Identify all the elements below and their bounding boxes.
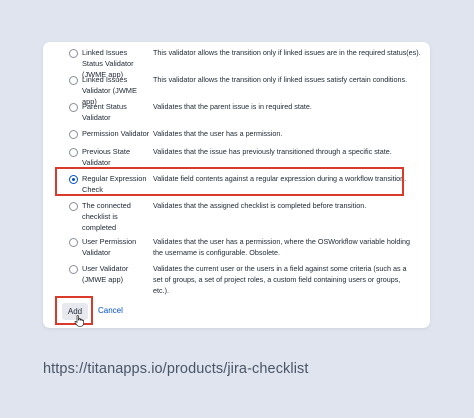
- validator-description: Validates that the user has a permission…: [153, 237, 411, 257]
- validator-radio[interactable]: [69, 148, 78, 157]
- validator-description: Validates that the assigned checklist is…: [153, 201, 367, 210]
- validator-name: Parent Status Validator: [82, 102, 127, 122]
- hand-cursor-icon: [74, 315, 84, 327]
- validator-name: The connected checklist is completed: [82, 201, 131, 232]
- validator-name: Permission Validator: [82, 129, 150, 138]
- validator-description: Validates that the parent issue is in re…: [153, 102, 312, 111]
- validator-description: This validator allows the transition onl…: [153, 48, 421, 57]
- validator-radio[interactable]: [69, 238, 78, 247]
- validator-radio[interactable]: [69, 49, 78, 58]
- validator-name: User Validator (JMWE app): [82, 264, 129, 284]
- validator-description: Validates the current user or the users …: [153, 264, 407, 295]
- validator-name: Previous State Validator: [82, 147, 131, 167]
- selection-highlight-frame: [55, 167, 404, 196]
- validator-description: This validator allows the transition onl…: [153, 75, 408, 84]
- validator-radio[interactable]: [69, 76, 78, 85]
- validator-radio[interactable]: [69, 265, 78, 274]
- validator-radio[interactable]: [69, 202, 78, 211]
- source-url: https://titanapps.io/products/jira-check…: [43, 361, 309, 377]
- validator-name: User Permission Validator: [82, 237, 137, 257]
- validator-radio[interactable]: [69, 130, 78, 139]
- validator-description: Validates that the issue has previously …: [153, 147, 392, 156]
- validator-radio[interactable]: [69, 103, 78, 112]
- cancel-link[interactable]: Cancel: [98, 306, 123, 315]
- validator-description: Validates that the user has a permission…: [153, 129, 283, 138]
